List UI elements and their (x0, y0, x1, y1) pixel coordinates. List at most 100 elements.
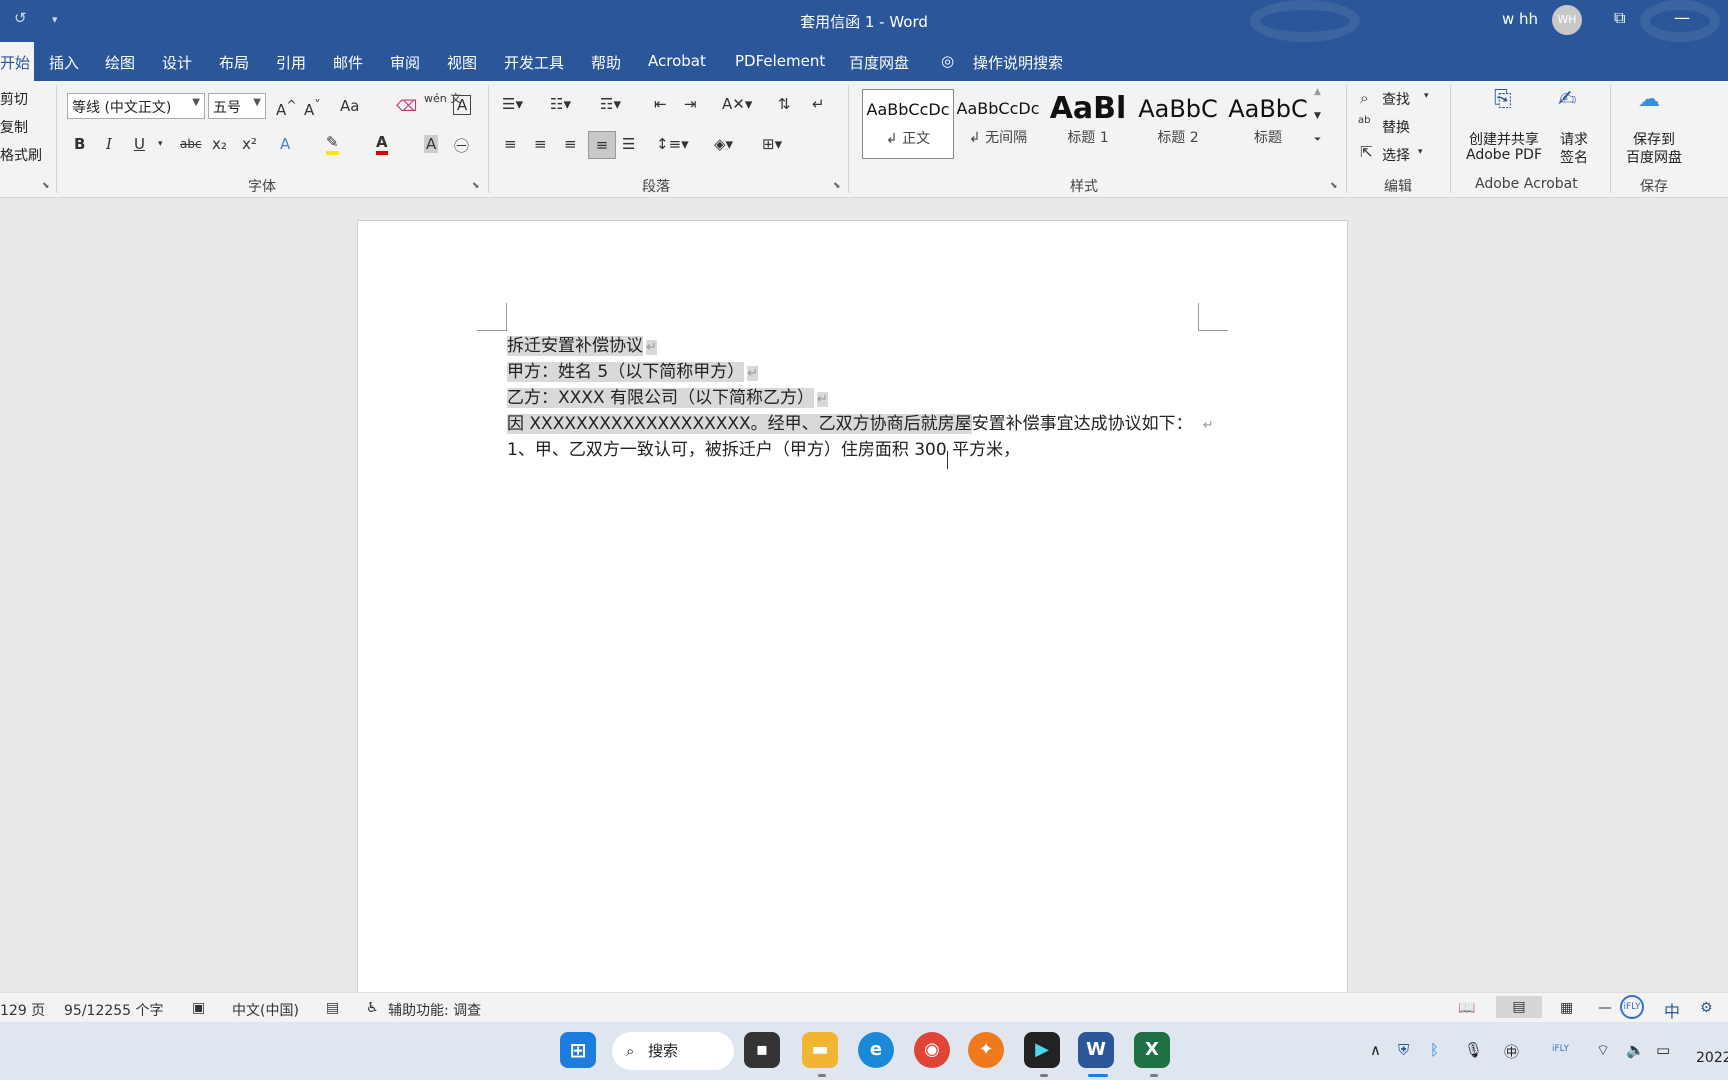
create-share-label-2[interactable]: Adobe PDF (1462, 147, 1546, 163)
avatar[interactable]: WH (1552, 5, 1582, 35)
tab-acrobat[interactable]: Acrobat (648, 52, 706, 70)
ribbon-display-options-icon[interactable]: ⧉ (1614, 8, 1625, 28)
taskbar-search[interactable]: ⌕ 搜索 (612, 1032, 734, 1070)
windows-start-icon[interactable]: ⊞ (560, 1032, 596, 1068)
tab-baidu[interactable]: 百度网盘 (849, 52, 909, 73)
subscript-button[interactable]: x₂ (212, 135, 227, 153)
shrink-font-icon[interactable]: A˅ (304, 97, 321, 119)
save-to-baidu-label-1[interactable]: 保存到 (1626, 129, 1682, 149)
tab-draw[interactable]: 绘图 (105, 52, 135, 73)
document-page[interactable]: 拆迁安置补偿协议 ↵ 甲方：姓名 5（以下简称甲方） ↵ 乙方：XXXX 有限公司（… (357, 220, 1348, 1000)
style-title[interactable]: AaBbC 标题 (1222, 89, 1314, 159)
strikethrough-button[interactable]: abc (180, 137, 202, 151)
document-line[interactable]: 乙方：XXXX 有限公司（以下简称乙方） ↵ (507, 383, 828, 408)
clear-formatting-icon[interactable]: ⌫ (396, 97, 417, 115)
tab-developer[interactable]: 开发工具 (504, 52, 564, 73)
highlight-color-icon[interactable]: ✎ (326, 133, 339, 155)
ime-mode[interactable]: 中 (1664, 998, 1680, 1022)
font-launcher-icon[interactable]: ⬊ (472, 181, 480, 191)
create-share-label-1[interactable]: 创建并共享 (1468, 129, 1540, 149)
enclose-characters-icon[interactable]: ㊀ (454, 135, 469, 156)
underline-button[interactable]: U (134, 135, 145, 153)
styles-scroll-up-icon[interactable]: ▲ (1314, 87, 1321, 97)
bold-button[interactable]: B (74, 135, 85, 153)
tab-pdfelement[interactable]: PDFelement (735, 52, 825, 70)
user-name[interactable]: w hh (1502, 10, 1538, 28)
edge-icon[interactable]: e (858, 1032, 894, 1068)
document-line[interactable]: 拆迁安置补偿协议 ↵ (507, 331, 657, 356)
shading-icon[interactable]: ◈▾ (714, 135, 733, 153)
task-view-icon[interactable]: ▪ (744, 1032, 780, 1068)
text-direction-icon[interactable]: A✕▾ (722, 95, 752, 113)
find-button[interactable]: 查找 (1382, 89, 1410, 109)
request-sign-label-1[interactable]: 请求 (1560, 129, 1588, 149)
italic-button[interactable]: I (106, 135, 112, 153)
style-heading-2[interactable]: AaBbC 标题 2 (1132, 89, 1224, 159)
page-count[interactable]: 129 页 (0, 1000, 45, 1020)
minimize-button[interactable]: — (1674, 8, 1690, 27)
phonetic-guide-icon[interactable]: wén 文 (424, 93, 461, 104)
character-shading-icon[interactable]: A (424, 135, 439, 153)
request-sign-label-2[interactable]: 签名 (1560, 147, 1588, 167)
align-right-icon[interactable]: ≡ (564, 135, 577, 153)
line-spacing-icon[interactable]: ↕≡▾ (656, 135, 689, 153)
style-no-spacing[interactable]: AaBbCcDc ↲ 无间隔 (952, 89, 1044, 159)
tab-insert[interactable]: 插入 (49, 52, 79, 73)
style-heading-1[interactable]: AaBl 标题 1 (1042, 89, 1134, 159)
save-to-baidu-label-2[interactable]: 百度网盘 (1622, 147, 1686, 167)
increase-indent-icon[interactable]: ⇥ (684, 95, 697, 113)
tab-review[interactable]: 审阅 (390, 52, 420, 73)
security-shield-icon[interactable]: ⛨ (1398, 1041, 1409, 1059)
chrome-icon[interactable]: ◉ (914, 1032, 950, 1068)
tab-help[interactable]: 帮助 (591, 52, 621, 73)
clock-year[interactable]: 2022 (1696, 1050, 1728, 1066)
distributed-icon[interactable]: ☰ (622, 135, 635, 153)
bluetooth-icon[interactable]: ᛒ (1430, 1041, 1439, 1059)
language-indicator[interactable]: 中文(中国) (232, 1000, 299, 1020)
font-size-select[interactable]: 五号 ▼ (208, 93, 266, 119)
align-left-icon[interactable]: ≡ (504, 135, 517, 153)
cut-button[interactable]: 剪切 (0, 89, 28, 109)
format-painter-button[interactable]: 格式刷 (0, 145, 42, 165)
paragraph-launcher-icon[interactable]: ⬊ (833, 181, 841, 191)
chevron-down-icon[interactable]: ▾ (158, 139, 163, 149)
align-center-icon[interactable]: ≡ (534, 135, 547, 153)
borders-icon[interactable]: ⊞▾ (762, 135, 782, 153)
font-color-icon[interactable]: A (376, 133, 388, 155)
styles-scroll-down-icon[interactable]: ▼ (1314, 111, 1321, 121)
font-name-select[interactable]: 等线 (中文正文) ▼ (67, 93, 205, 119)
numbering-icon[interactable]: ☷▾ (550, 95, 571, 113)
firefox-icon[interactable]: ✦ (968, 1032, 1004, 1068)
style-normal[interactable]: AaBbCcDc ↲ 正文 (862, 89, 954, 159)
justify-icon[interactable]: ≡ (588, 131, 616, 159)
zoom-out-icon[interactable]: — (1598, 1000, 1612, 1016)
sort-icon[interactable]: ⇅ (778, 95, 791, 113)
styles-more-icon[interactable]: ⏷ (1314, 135, 1321, 145)
web-layout-icon[interactable]: ▦ (1560, 1000, 1573, 1016)
lightbulb-icon[interactable]: ◎ (941, 52, 954, 70)
copy-button[interactable]: 复制 (0, 117, 28, 137)
terminal-icon[interactable]: ▶ (1024, 1032, 1060, 1068)
document-line[interactable]: 甲方：姓名 5（以下简称甲方） ↵ (507, 357, 759, 382)
decrease-indent-icon[interactable]: ⇤ (654, 95, 667, 113)
read-mode-icon[interactable]: 📖 (1458, 1000, 1475, 1016)
volume-icon[interactable]: 🔈 (1626, 1041, 1645, 1059)
grow-font-icon[interactable]: A^ (276, 97, 297, 119)
ifly-icon[interactable]: iFLY (1620, 995, 1644, 1019)
tab-mailings[interactable]: 邮件 (333, 52, 363, 73)
character-border-icon[interactable]: A (453, 95, 472, 115)
replace-button[interactable]: 替换 (1382, 117, 1410, 137)
tab-home[interactable]: 开始 (0, 42, 34, 81)
wifi-icon[interactable]: ⌔ (1596, 1041, 1610, 1060)
clipboard-launcher-icon[interactable]: ⬊ (42, 181, 50, 191)
superscript-button[interactable]: x² (242, 135, 257, 153)
print-layout-icon[interactable]: ▤ (1496, 996, 1542, 1018)
tab-references[interactable]: 引用 (276, 52, 306, 73)
tell-me-search[interactable]: 操作说明搜索 (973, 52, 1063, 73)
multilevel-list-icon[interactable]: ☶▾ (600, 95, 621, 113)
chevron-down-icon[interactable]: ▾ (1424, 91, 1429, 101)
excel-icon[interactable]: X (1134, 1032, 1170, 1068)
document-line[interactable]: 1、甲、乙双方一致认可，被拆迁户（甲方）住房面积 300 平方米， (507, 435, 1020, 460)
tab-design[interactable]: 设计 (162, 52, 192, 73)
styles-launcher-icon[interactable]: ⬊ (1330, 181, 1338, 191)
